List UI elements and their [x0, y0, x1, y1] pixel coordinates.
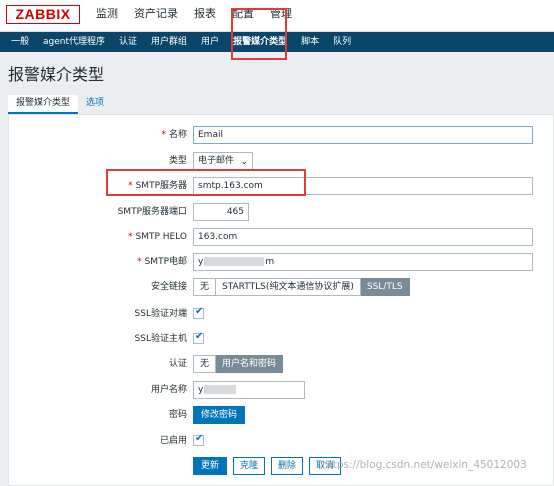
security-row: 安全链接 无 STARTTLS(纯文本通信协议扩展) SSL/TLS: [9, 278, 554, 298]
ssl-verify-peer-label: SSL验证对端: [134, 309, 187, 319]
chevron-down-icon: ⌄: [240, 157, 249, 167]
ssl-verify-peer-checkbox[interactable]: ✔: [193, 306, 204, 319]
auth-segmented: 无 用户名和密码: [193, 355, 284, 373]
password-label: 密码: [168, 410, 187, 420]
highlight-administration-box: [231, 8, 287, 60]
delete-button[interactable]: 删除: [271, 457, 304, 475]
username-row: 用户名称 y: [9, 381, 554, 401]
checkmark-icon: ✔: [195, 433, 204, 444]
security-none-option[interactable]: 无: [193, 278, 217, 296]
subnav-proxies[interactable]: agent代理程序: [36, 32, 112, 52]
tab-options[interactable]: 选项: [78, 95, 112, 114]
auth-label: 认证: [168, 359, 187, 369]
checkmark-icon: ✔: [195, 306, 204, 317]
enabled-checkbox[interactable]: ✔: [193, 433, 204, 446]
clone-button[interactable]: 克隆: [233, 457, 266, 475]
ssl-verify-peer-row: SSL验证对端 ✔: [9, 305, 554, 325]
subnav-users[interactable]: 用户: [194, 32, 226, 52]
watermark-text: https://blog.csdn.net/weixin_45012003: [322, 459, 527, 471]
name-row: * 名称 Email: [9, 126, 554, 146]
tab-media-type[interactable]: 报警媒介类型: [8, 95, 79, 114]
smtp-helo-input[interactable]: 163.com: [193, 228, 533, 246]
smtp-email-label: * SMTP电邮: [137, 257, 187, 267]
type-select[interactable]: 电子邮件 ⌄: [193, 152, 254, 170]
tab-bar: 报警媒介类型 选项: [8, 95, 112, 114]
nav-inventory[interactable]: 资产记录: [132, 6, 180, 22]
auth-none-option[interactable]: 无: [193, 355, 217, 373]
subnav-queue[interactable]: 队列: [326, 32, 358, 52]
enabled-label: 已启用: [159, 436, 187, 446]
subnav-authentication[interactable]: 认证: [112, 32, 144, 52]
redaction-blur: [204, 385, 237, 394]
auth-row: 认证 无 用户名和密码: [9, 355, 554, 375]
smtp-port-input[interactable]: 465: [193, 203, 249, 221]
password-row: 密码 修改密码: [9, 406, 554, 426]
ssl-verify-host-row: SSL验证主机 ✔: [9, 330, 554, 350]
auth-password-option[interactable]: 用户名和密码: [216, 355, 284, 373]
change-password-button[interactable]: 修改密码: [193, 406, 246, 424]
nav-monitoring[interactable]: 监测: [94, 6, 120, 22]
type-label: 类型: [168, 156, 187, 166]
subnav-user-groups[interactable]: 用户群组: [144, 32, 194, 52]
smtp-email-row: * SMTP电邮 ym: [9, 253, 554, 273]
security-starttls-option[interactable]: STARTTLS(纯文本通信协议扩展): [216, 278, 361, 296]
ssl-verify-host-label: SSL验证主机: [134, 334, 187, 344]
name-label: * 名称: [161, 130, 187, 140]
zabbix-logo[interactable]: ZABBIX: [6, 5, 80, 24]
smtp-port-row: SMTP服务器端口 465: [9, 203, 554, 223]
checkmark-icon: ✔: [195, 331, 204, 342]
subnav-general[interactable]: 一般: [4, 32, 36, 52]
security-ssltls-option[interactable]: SSL/TLS: [360, 278, 410, 296]
ssl-verify-host-checkbox[interactable]: ✔: [193, 331, 204, 344]
security-segmented: 无 STARTTLS(纯文本通信协议扩展) SSL/TLS: [193, 278, 410, 296]
username-label: 用户名称: [150, 385, 187, 395]
enabled-row: 已启用 ✔: [9, 432, 554, 452]
smtp-helo-row: * SMTP HELO 163.com: [9, 228, 554, 248]
smtp-port-label: SMTP服务器端口: [117, 207, 187, 217]
name-input[interactable]: Email: [193, 126, 533, 144]
security-label: 安全链接: [150, 282, 187, 292]
redaction-blur: [204, 257, 265, 266]
smtp-helo-label: * SMTP HELO: [128, 232, 187, 242]
username-input[interactable]: y: [193, 381, 305, 399]
subnav-scripts[interactable]: 脚本: [294, 32, 326, 52]
highlight-smtp-server-box: [106, 169, 306, 196]
page-title: 报警媒介类型: [8, 65, 105, 84]
smtp-email-input[interactable]: ym: [193, 253, 533, 271]
update-button[interactable]: 更新: [193, 457, 228, 475]
nav-reports[interactable]: 报表: [192, 6, 218, 22]
